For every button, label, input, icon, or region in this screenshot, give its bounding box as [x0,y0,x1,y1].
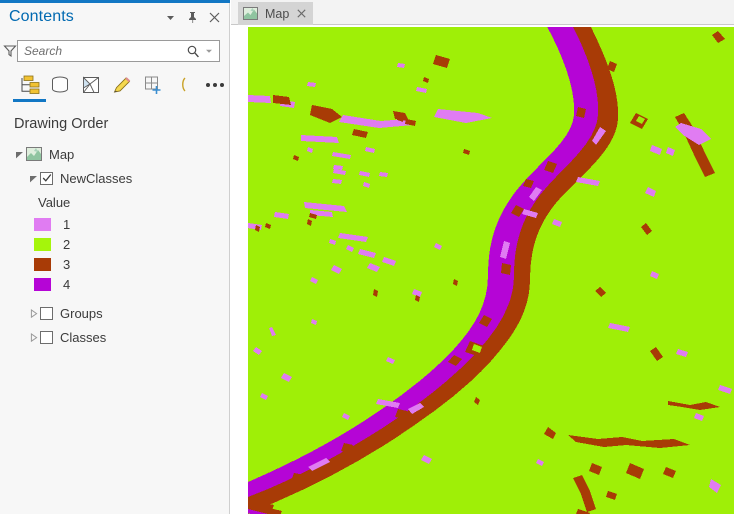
tree-item-classes-label: Classes [60,329,107,345]
tree-item-newclasses-label: NewClasses [60,170,133,186]
legend-label-3: 3 [63,256,71,272]
list-by-data-source-icon[interactable] [45,70,76,100]
legend-swatch-4[interactable] [34,277,51,291]
list-by-labeling-icon[interactable] [168,70,199,100]
legend-heading-row: Value [0,190,230,214]
more-options-icon[interactable] [199,70,230,100]
close-icon[interactable] [208,11,221,24]
arcgis-pro-window: Contents Search Drawing Order Map NewCla… [0,0,734,514]
map-layer-icon [26,147,42,161]
classes-visibility-checkbox[interactable] [40,330,53,344]
tree-item-newclasses[interactable]: NewClasses [0,166,230,190]
tree-item-groups[interactable]: Groups [0,301,230,325]
list-by-selection-icon[interactable] [76,70,107,100]
map-area: Map [231,0,734,514]
search-box[interactable] [17,40,220,62]
expander-open-icon[interactable] [26,174,40,183]
map-left-gutter [231,25,248,514]
contents-tree: Map NewClasses Value 1 2 3 4 Groups Clas… [0,142,230,349]
search-row [0,38,230,64]
legend-entry[interactable]: 1 [0,214,230,234]
legend-entry[interactable]: 4 [0,274,230,294]
filter-funnel-icon[interactable] [3,44,17,58]
legend-label-4: 4 [63,276,71,292]
legend-entry[interactable]: 3 [0,254,230,274]
list-by-editing-icon[interactable] [107,70,138,100]
chevron-down-icon[interactable] [164,11,177,24]
layer-visibility-checkbox[interactable] [40,171,53,185]
tree-item-map[interactable]: Map [0,142,230,166]
legend-swatch-2[interactable] [34,237,51,251]
search-input[interactable] [18,40,183,62]
close-icon[interactable] [297,9,306,18]
legend-swatch-3[interactable] [34,257,51,271]
drawing-order-heading: Drawing Order [14,116,109,132]
contents-panel: Contents Search Drawing Order Map NewCla… [0,0,230,514]
expander-closed-icon[interactable] [26,332,40,342]
tab-map[interactable]: Map [238,2,314,25]
tree-item-classes[interactable]: Classes [0,325,230,349]
list-by-snapping-icon[interactable] [137,70,168,100]
panel-title-buttons [164,11,230,24]
legend-label-1: 1 [63,216,71,232]
active-tool-underline [13,99,46,102]
map-canvas[interactable] [248,27,734,514]
pin-icon[interactable] [186,11,199,24]
tree-item-map-label: Map [49,146,75,162]
expander-open-icon[interactable] [12,150,26,159]
groups-visibility-checkbox[interactable] [40,306,53,320]
tree-item-groups-label: Groups [60,305,103,321]
contents-toolbar [0,68,230,102]
map-layer-icon [243,7,258,20]
list-by-drawing-order-icon[interactable] [14,70,45,100]
tab-map-label: Map [265,6,290,21]
legend-label-2: 2 [63,236,71,252]
chevron-down-small-icon[interactable] [203,47,219,55]
expander-closed-icon[interactable] [26,308,40,318]
legend-entry[interactable]: 2 [0,234,230,254]
legend-swatch-1[interactable] [34,217,51,231]
panel-title-bar: Contents [0,3,230,31]
page-title: Contents [9,8,74,25]
view-tabstrip: Map [231,0,734,25]
magnifier-icon[interactable] [183,44,203,58]
legend-heading: Value [38,194,71,210]
